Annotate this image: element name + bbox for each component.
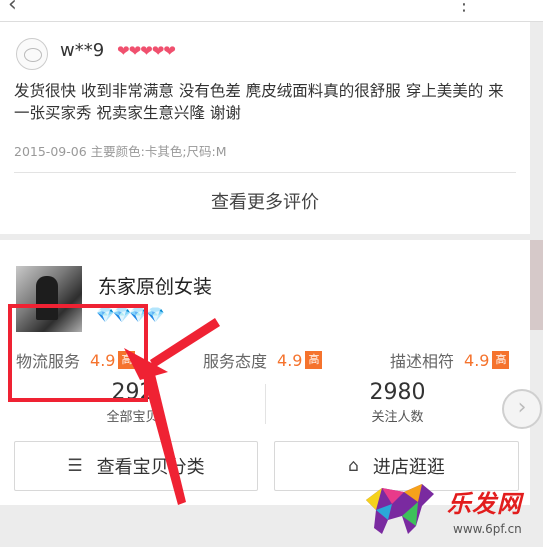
stat-label: 全部宝贝	[106, 410, 159, 425]
button-label: 查看宝贝分类	[96, 457, 205, 478]
top-strip: ‹ ⋮	[0, 0, 543, 22]
review-card: w**9 ❤❤❤❤❤ 发货很快 收到非常满意 没有色差 麂皮绒面料真的很舒服 穿…	[0, 22, 530, 234]
score-value: 4.9	[277, 350, 303, 370]
score-value: 4.9	[464, 350, 490, 370]
back-arrow-icon[interactable]: ‹	[8, 0, 17, 17]
view-categories-button[interactable]: ☰ 查看宝贝分类	[14, 441, 258, 491]
chevron-right-icon[interactable]: ›	[502, 389, 542, 429]
divider	[14, 172, 516, 173]
stat-value: 2980	[369, 380, 426, 405]
review-text: 发货很快 收到非常满意 没有色差 麂皮绒面料真的很舒服 穿上美美的 来一张买家秀…	[14, 82, 504, 122]
divider	[265, 384, 266, 424]
score-service: 服务态度 4.9 高	[203, 348, 323, 372]
score-label: 服务态度	[203, 352, 268, 371]
stat-followers[interactable]: 2980 关注人数	[350, 380, 445, 425]
score-description: 描述相符 4.9 高	[390, 348, 510, 372]
list-icon: ☰	[67, 456, 83, 476]
watermark-brand: 乐发网	[447, 490, 522, 518]
watermark-url: www.6pf.cn	[453, 522, 522, 536]
score-badge: 高	[492, 351, 510, 369]
shop-name[interactable]: 东家原创女装	[98, 272, 212, 299]
review-username: w**9	[60, 40, 105, 61]
more-icon[interactable]: ⋮	[455, 0, 473, 15]
store-icon: ⌂	[348, 456, 359, 476]
more-reviews-button[interactable]: 查看更多评价	[0, 188, 530, 214]
review-meta: 2015-09-06 主要颜色:卡其色;尺码:M	[14, 144, 227, 159]
annotation-highlight-box	[8, 304, 148, 402]
buyer-level-hearts-icon: ❤❤❤❤❤	[117, 42, 176, 60]
watermark-logo-icon	[366, 484, 434, 534]
avatar	[16, 38, 48, 70]
avatar-face-icon	[24, 48, 42, 62]
button-label: 进店逛逛	[372, 457, 445, 478]
score-badge: 高	[305, 351, 323, 369]
stat-label: 关注人数	[371, 410, 424, 425]
adjacent-page-edge	[530, 240, 543, 330]
score-label: 描述相符	[390, 352, 455, 371]
